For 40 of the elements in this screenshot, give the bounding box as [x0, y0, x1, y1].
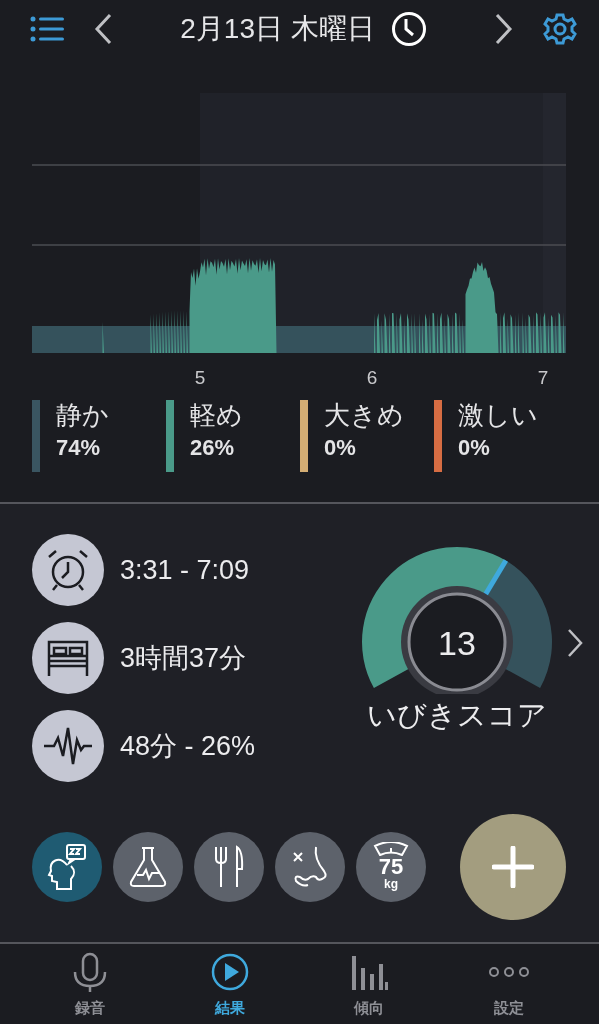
scale-icon	[372, 842, 410, 857]
axis-tick-label: 6	[366, 367, 378, 388]
clock-icon[interactable]	[390, 11, 427, 47]
tab[interactable]: 設定	[454, 946, 565, 1020]
axis-tick-label: 5	[194, 367, 206, 388]
weight-button[interactable]: 75 kg	[356, 832, 426, 902]
menu-icon[interactable]	[30, 15, 64, 43]
stat-value: 3時間37分	[120, 641, 247, 675]
bar-chart-icon	[350, 953, 389, 990]
score-label: いびきスコア	[367, 698, 547, 733]
legend-label: 軽め	[190, 400, 243, 432]
stat-value: 48分 - 26%	[120, 729, 256, 763]
weight-unit: kg	[384, 878, 398, 892]
back-icon[interactable]	[94, 13, 114, 45]
play-icon	[210, 952, 249, 991]
settings-icon[interactable]	[543, 12, 577, 46]
tab[interactable]: 結果	[174, 946, 285, 1020]
legend-percent: 0%	[324, 434, 357, 463]
legend-percent: 0%	[458, 434, 491, 463]
forward-icon[interactable]	[493, 13, 513, 45]
waveform-icon	[42, 726, 94, 766]
sleeping-head-icon	[47, 843, 87, 891]
chevron-right-icon[interactable]	[567, 628, 583, 658]
flask-icon	[128, 846, 168, 888]
more-icon	[488, 965, 531, 978]
bed-icon	[45, 638, 91, 678]
legend-percent: 74%	[56, 434, 102, 463]
tab[interactable]: 録音	[34, 946, 145, 1020]
fork-knife-icon	[213, 845, 245, 889]
legend-label: 激しい	[458, 400, 538, 432]
plus-icon	[492, 846, 534, 888]
axis-tick-label: 7	[537, 367, 549, 388]
legend-label: 大きめ	[324, 400, 404, 432]
stat-value: 3:31 - 7:09	[120, 553, 250, 587]
weight-value: 75	[378, 856, 404, 879]
tab[interactable]: 傾向	[314, 946, 425, 1020]
legend-label: 静か	[56, 400, 109, 432]
legend-percent: 26%	[190, 434, 236, 463]
microphone-icon	[71, 951, 108, 992]
date-title: 2月13日 木曜日	[180, 12, 375, 46]
